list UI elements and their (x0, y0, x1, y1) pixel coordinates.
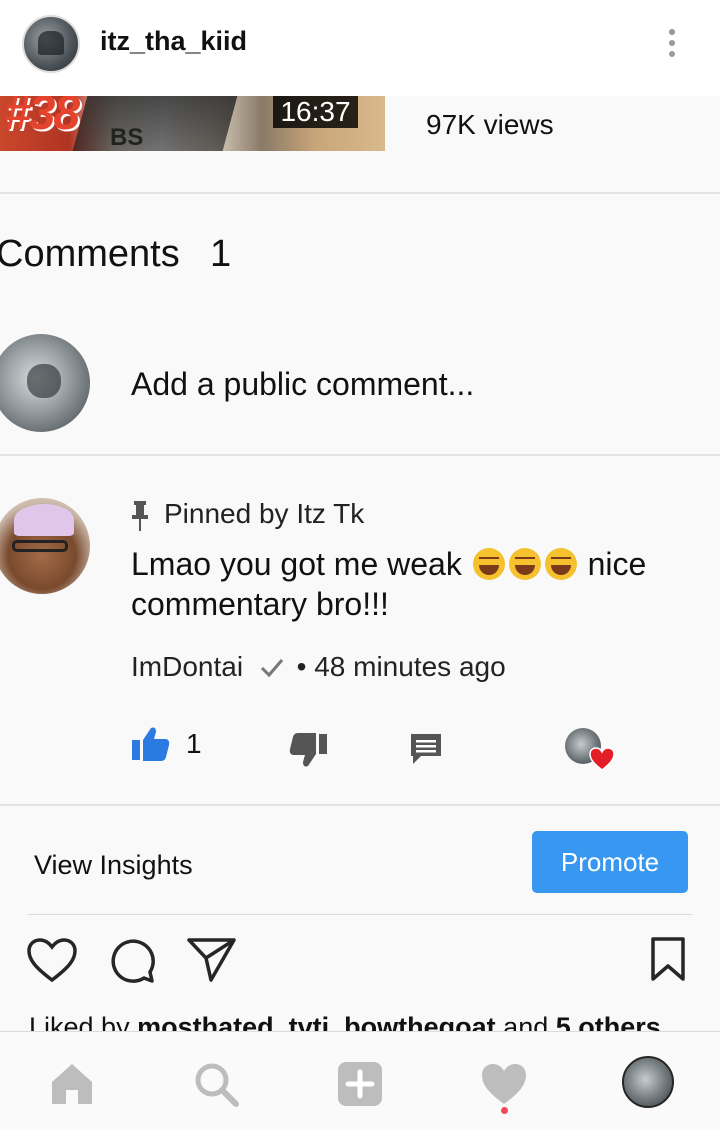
comment-icon[interactable] (108, 936, 156, 984)
post-header: itz_tha_kiid (0, 0, 720, 96)
more-vert-icon[interactable] (658, 24, 686, 64)
add-comment-input[interactable]: Add a public comment... (131, 366, 474, 403)
thumbs-down-icon[interactable] (288, 732, 328, 768)
thumbnail-jersey (72, 96, 238, 151)
divider (0, 192, 720, 194)
comment-text: Lmao you got me weak nice commentary bro… (131, 544, 701, 624)
search-icon[interactable] (192, 1060, 240, 1108)
comments-title: Comments (0, 233, 180, 275)
activity-heart-icon[interactable] (480, 1060, 528, 1108)
add-icon[interactable] (336, 1060, 384, 1108)
pin-icon (132, 501, 148, 531)
divider (28, 914, 692, 915)
comment-text-part1: Lmao you got me weak (131, 546, 462, 582)
reply-icon[interactable] (409, 732, 443, 766)
meta-separator: • (296, 651, 307, 682)
divider (0, 454, 720, 456)
thumbnail-logo: BS (110, 124, 144, 151)
comment-time: 48 minutes ago (314, 651, 506, 682)
video-duration: 16:37 (273, 96, 358, 128)
thumbnail-number: #38 (4, 96, 80, 140)
bookmark-icon[interactable] (650, 936, 686, 982)
comments-count: 1 (210, 233, 232, 275)
my-avatar (0, 334, 90, 432)
commenter-avatar[interactable] (0, 498, 90, 594)
notification-dot (501, 1107, 508, 1114)
promote-button[interactable]: Promote (532, 831, 688, 893)
laughing-emoji-icon (472, 548, 505, 580)
like-count: 1 (186, 728, 202, 759)
comment-meta: ImDontai • 48 minutes ago (131, 651, 506, 683)
video-thumbnail[interactable]: #38 BS 16:37 (0, 96, 385, 151)
laughing-emoji-icon (544, 548, 577, 580)
thumbs-up-icon[interactable] (131, 726, 171, 762)
divider (0, 804, 720, 806)
share-icon[interactable] (187, 936, 237, 982)
heart-icon[interactable] (26, 936, 78, 984)
view-insights-link[interactable]: View Insights (34, 850, 193, 881)
laughing-emoji-icon (508, 548, 541, 580)
heart-icon (589, 747, 615, 771)
pinned-label: Pinned by Itz Tk (164, 498, 365, 529)
bottom-nav (0, 1031, 720, 1130)
username[interactable]: itz_tha_kiid (100, 26, 247, 57)
verified-check-icon (260, 659, 283, 678)
home-icon[interactable] (48, 1060, 96, 1108)
profile-tab-avatar[interactable] (622, 1056, 674, 1108)
comment-author[interactable]: ImDontai (131, 651, 243, 682)
video-views: 97K views (426, 109, 554, 140)
profile-avatar[interactable] (22, 15, 80, 73)
